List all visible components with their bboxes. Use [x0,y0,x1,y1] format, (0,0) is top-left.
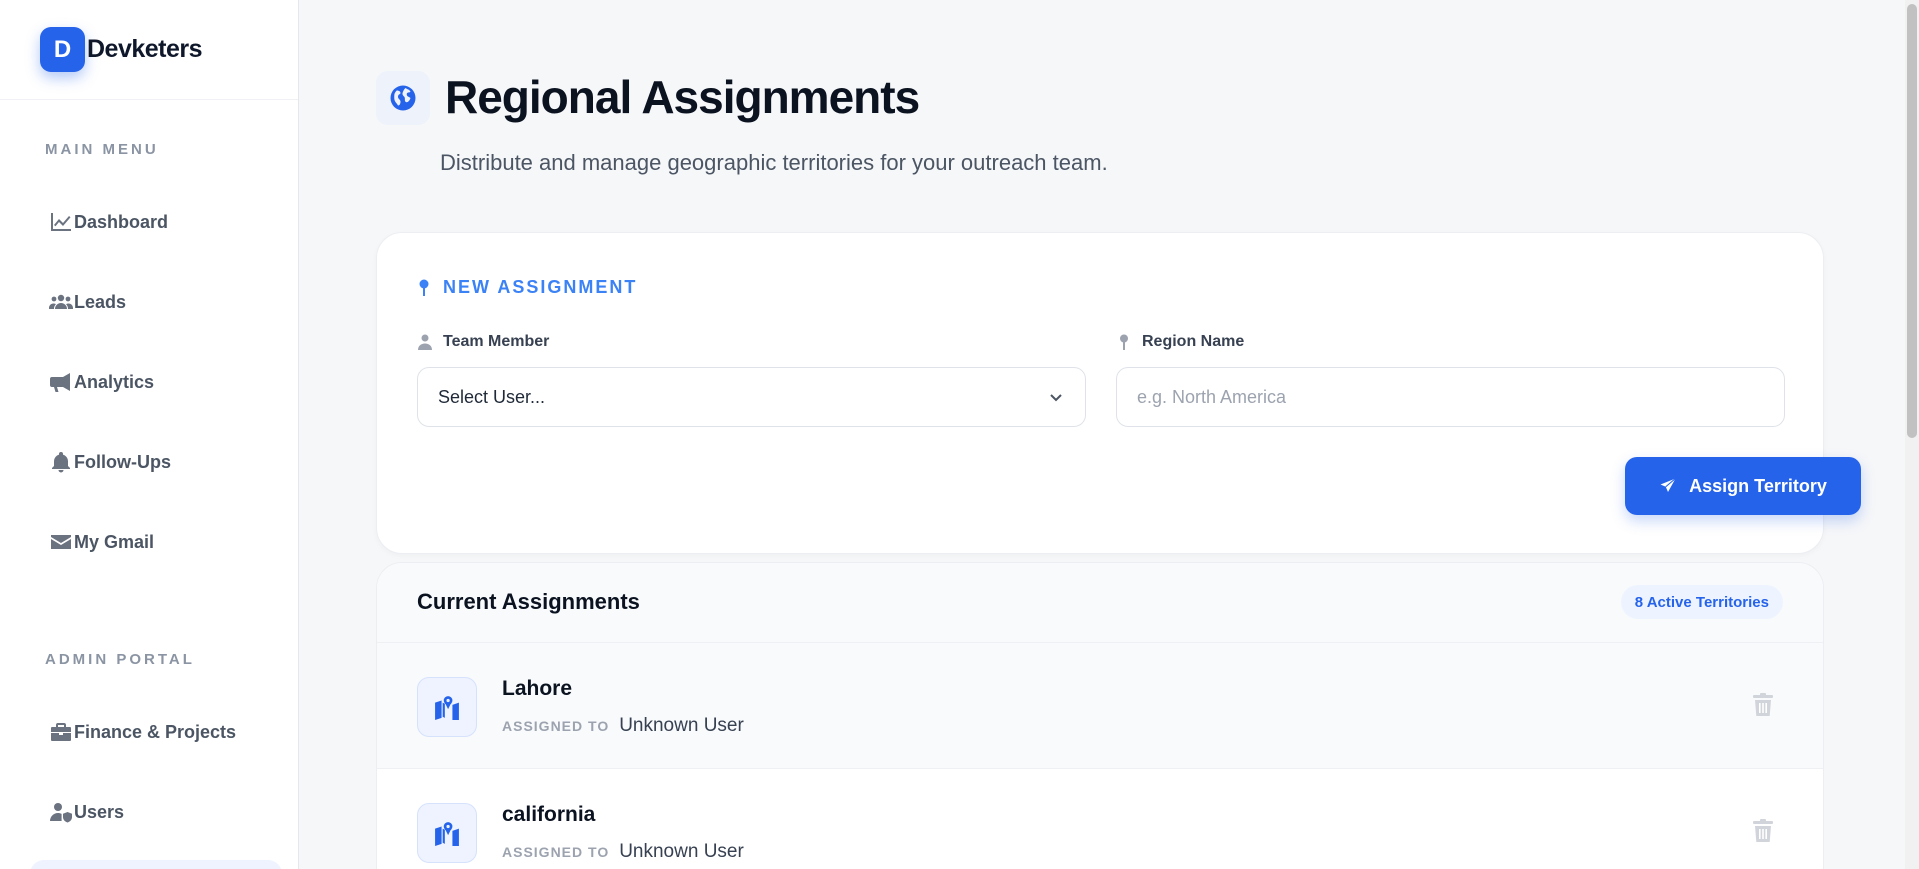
sidebar-item-label: My Gmail [74,531,155,552]
sidebar-item-follow-ups[interactable]: Follow-Ups [48,442,171,482]
team-member-label-text: Team Member [443,333,550,350]
trash-icon [1753,819,1773,842]
user-tie-icon [418,334,432,350]
sidebar-item-label: Follow-Ups [74,451,171,472]
current-assignments-title: Current Assignments [417,589,640,614]
admin-portal-label: ADMIN PORTAL [45,651,195,668]
chevron-down-icon [1050,394,1062,402]
map-location-icon [417,803,477,863]
sidebar-item-analytics[interactable]: Analytics [48,362,154,402]
section-title-text: NEW ASSIGNMENT [443,277,638,297]
sidebar-item-highlight[interactable] [30,860,282,869]
chart-line-icon [48,209,74,235]
trash-icon [1753,693,1773,716]
team-member-select-value: Select User... [438,386,546,407]
assignee-name: Unknown User [619,715,744,736]
sidebar: D Devketers MAIN MENU Dashboard Leads An… [0,0,299,869]
brand[interactable]: D Devketers [0,0,298,100]
assignment-assignee: ASSIGNED TO Unknown User [502,715,744,737]
current-assignments-header: Current Assignments 8 Active Territories [377,563,1823,643]
sidebar-item-leads[interactable]: Leads [48,282,126,322]
envelope-icon [48,529,74,555]
pin-icon [419,279,429,296]
assignment-region: Lahore [502,677,573,700]
sidebar-item-label: Users [74,801,125,822]
new-assignment-title: NEW ASSIGNMENT [417,277,637,298]
brand-logo: D [40,27,85,72]
map-location-icon [417,677,477,737]
main-content: Regional Assignments Distribute and mana… [300,0,1919,869]
current-assignments-card: Current Assignments 8 Active Territories… [376,562,1824,869]
active-territories-badge: 8 Active Territories [1620,585,1783,619]
assigned-to-label: ASSIGNED TO [502,718,610,734]
sidebar-item-label: Finance & Projects [74,721,237,742]
briefcase-icon [48,719,74,745]
assignee-name: Unknown User [619,841,744,862]
page-subtitle: Distribute and manage geographic territo… [440,150,1108,175]
assignment-region: california [502,803,596,826]
delete-assignment-button[interactable] [1753,693,1775,717]
assign-territory-button[interactable]: Assign Territory [1625,457,1861,515]
team-member-label: Team Member [417,333,549,351]
main-menu-label: MAIN MENU [45,141,159,158]
sidebar-item-my-gmail[interactable]: My Gmail [48,522,154,562]
new-assignment-card: NEW ASSIGNMENT Team Member Select User..… [376,232,1861,554]
user-shield-icon [48,799,74,825]
assignment-row: california ASSIGNED TO Unknown User [377,769,1823,869]
megaphone-icon [48,369,74,395]
page-title: Regional Assignments [445,71,920,123]
sidebar-item-finance-projects[interactable]: Finance & Projects [48,712,236,752]
sidebar-item-users[interactable]: Users [48,792,124,832]
globe-icon [376,71,430,125]
delete-assignment-button[interactable] [1753,819,1775,843]
brand-name: Devketers [87,35,203,63]
map-pin-icon [1120,334,1128,350]
sidebar-item-label: Dashboard [74,211,169,232]
page-scrollbar[interactable] [1905,0,1919,869]
users-icon [48,289,74,315]
sidebar-item-dashboard[interactable]: Dashboard [48,202,168,242]
sidebar-item-label: Analytics [74,371,155,392]
region-name-label-text: Region Name [1142,333,1245,350]
assignment-row: Lahore ASSIGNED TO Unknown User [377,643,1823,769]
scrollbar-thumb[interactable] [1907,4,1917,438]
bell-icon [48,449,74,475]
assign-territory-label: Assign Territory [1689,475,1827,496]
sidebar-item-label: Leads [74,291,127,312]
region-name-input[interactable] [1116,367,1785,427]
assignment-assignee: ASSIGNED TO Unknown User [502,841,744,863]
team-member-select[interactable]: Select User... [417,367,1086,427]
paper-plane-icon [1660,478,1677,492]
region-name-label: Region Name [1116,333,1244,351]
assigned-to-label: ASSIGNED TO [502,844,610,860]
